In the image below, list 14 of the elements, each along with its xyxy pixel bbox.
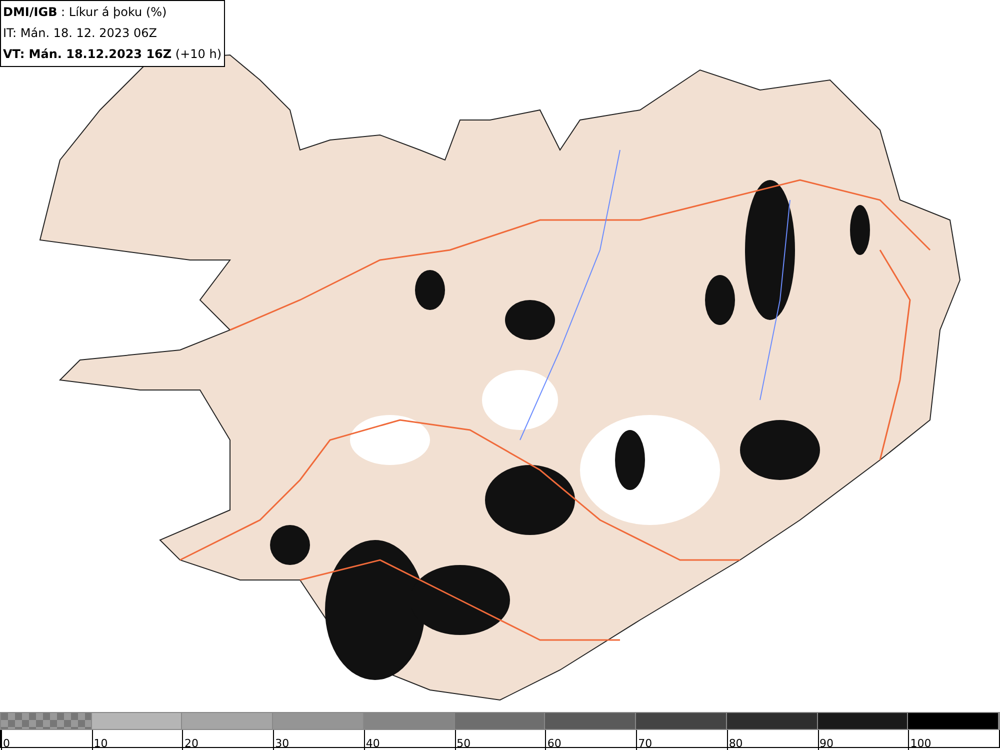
legend-label: 60 bbox=[546, 737, 562, 750]
legend-label: 20 bbox=[183, 737, 198, 750]
legend-label: 30 bbox=[274, 737, 290, 750]
info-line: DMI/IGB : Líkur á þoku (%) bbox=[3, 4, 168, 21]
legend-label: 10 bbox=[92, 737, 108, 750]
info-line: IT: Mán. 18. 12. 2023 06Z bbox=[3, 25, 158, 42]
legend-label: 80 bbox=[728, 737, 743, 750]
info-line: VT: Mán. 18.12.2023 16Z (+10 h) bbox=[3, 46, 222, 63]
legend-label: 50 bbox=[456, 737, 471, 750]
legend-label: 0 bbox=[2, 737, 10, 750]
legend-label: 90 bbox=[818, 737, 834, 750]
legend-label: 100 bbox=[909, 737, 932, 750]
legend-label: 70 bbox=[637, 737, 652, 750]
legend-label: 40 bbox=[364, 737, 380, 750]
